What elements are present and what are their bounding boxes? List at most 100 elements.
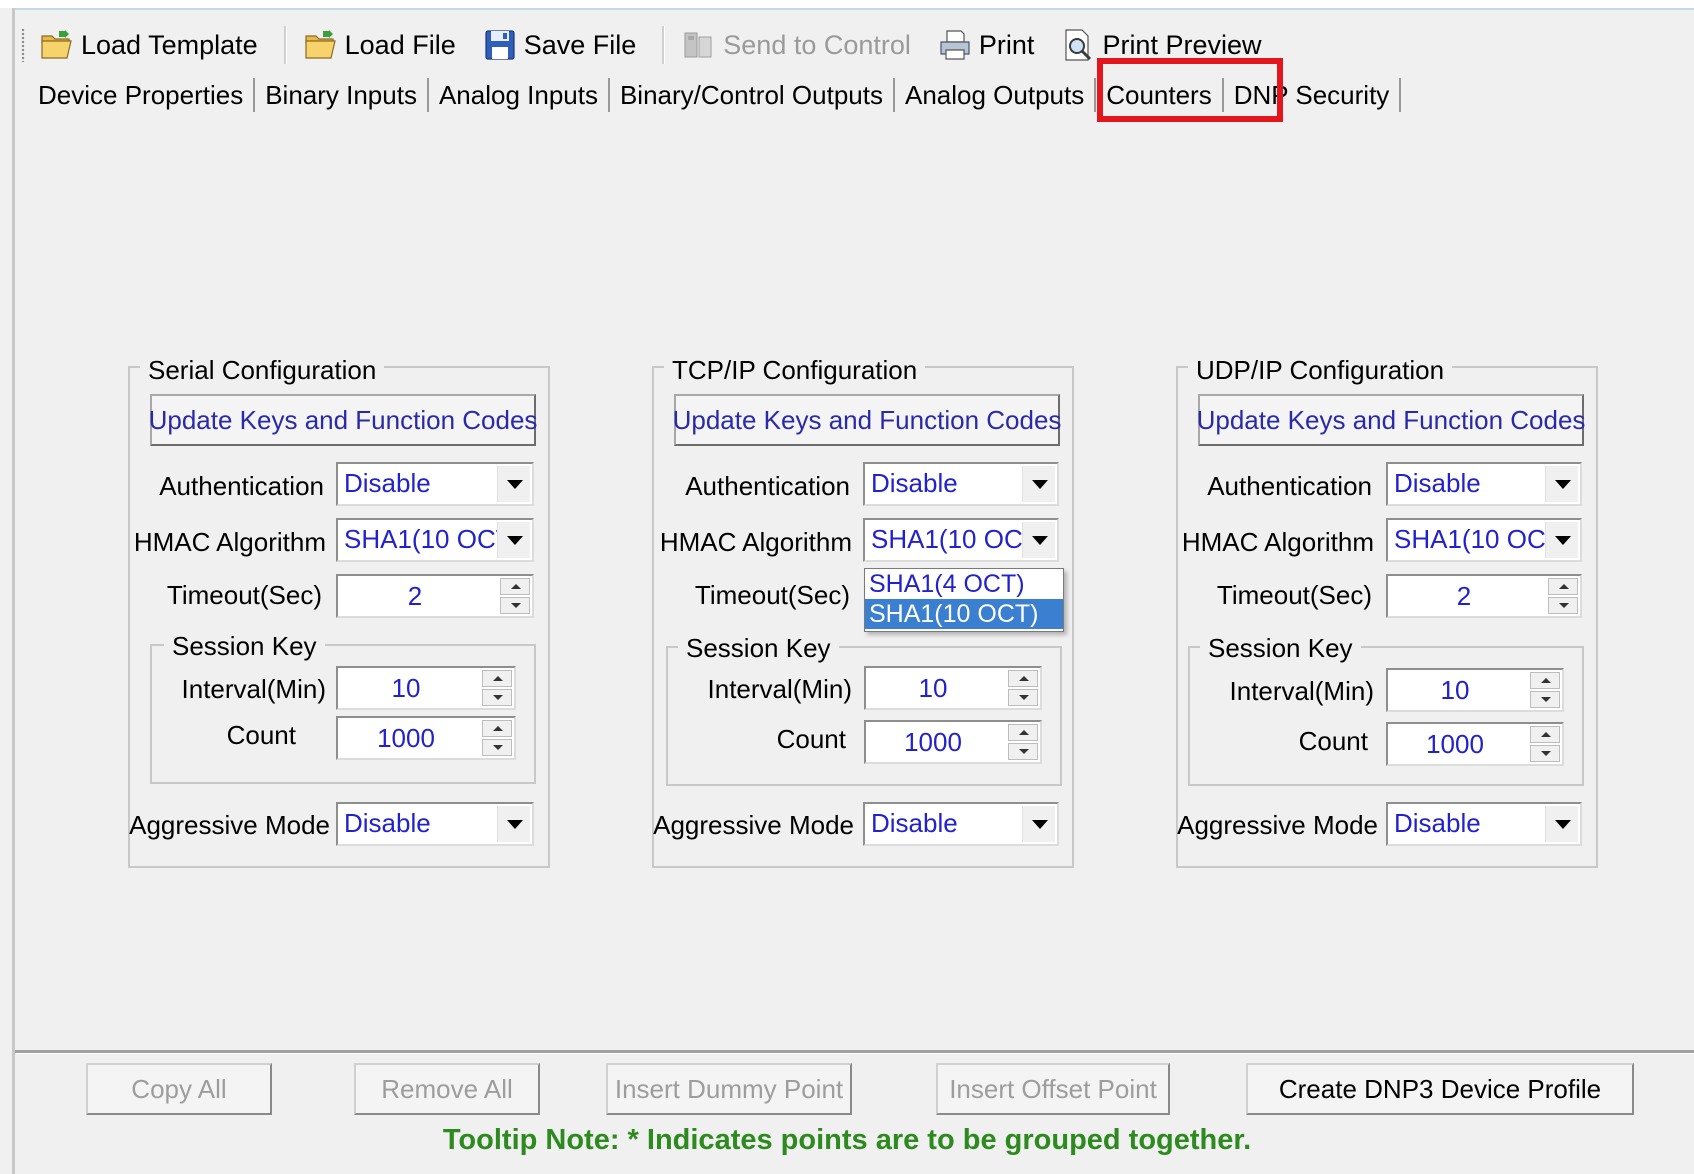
- send-device-icon: [684, 32, 712, 58]
- spin-down-icon[interactable]: [500, 597, 530, 614]
- serial-update-keys-button[interactable]: Update Keys and Function Codes: [149, 394, 537, 446]
- spin-down-icon[interactable]: [1530, 691, 1560, 708]
- print-label: Print: [978, 29, 1035, 60]
- serial-hmac-select[interactable]: SHA1(10 OCT): [336, 518, 534, 562]
- tab-binary-control-outputs[interactable]: Binary/Control Outputs: [610, 78, 895, 112]
- serial-count-stepper[interactable]: 1000: [336, 716, 516, 760]
- udpip-hmac-select[interactable]: SHA1(10 OCT): [1386, 518, 1582, 562]
- serial-configuration-title: Serial Configuration: [140, 355, 385, 386]
- serial-timeout-stepper[interactable]: 2: [336, 574, 534, 618]
- spin-up-icon[interactable]: [1548, 578, 1578, 595]
- spin-up-icon[interactable]: [1530, 672, 1560, 689]
- save-file-label: Save File: [523, 29, 637, 60]
- tcpip-hmac-dropdown-list[interactable]: SHA1(4 OCT) SHA1(10 OCT): [864, 568, 1064, 632]
- toolbar-grip[interactable]: [21, 28, 25, 62]
- tab-analog-inputs[interactable]: Analog Inputs: [429, 78, 610, 112]
- tcpip-authentication-value: Disable: [871, 468, 958, 498]
- insert-offset-point-button[interactable]: Insert Offset Point: [936, 1063, 1170, 1115]
- chevron-down-icon[interactable]: [1022, 806, 1055, 842]
- tcpip-count-value: 1000: [904, 727, 962, 757]
- remove-all-button[interactable]: Remove All: [354, 1063, 540, 1115]
- serial-aggressive-mode-value: Disable: [344, 808, 431, 838]
- tcpip-interval-label: Interval(Min): [707, 674, 852, 704]
- udpip-count-value: 1000: [1426, 729, 1484, 759]
- insert-dummy-point-button[interactable]: Insert Dummy Point: [606, 1063, 852, 1115]
- hmac-option-sha1-4-oct[interactable]: SHA1(4 OCT): [865, 569, 1063, 599]
- active-tab-highlight-box: [1097, 58, 1283, 122]
- serial-interval-label: Interval(Min): [181, 674, 326, 704]
- tcpip-hmac-label: HMAC Algorithm: [659, 527, 852, 557]
- udpip-authentication-value: Disable: [1394, 468, 1481, 498]
- serial-authentication-value: Disable: [344, 468, 431, 498]
- serial-authentication-select[interactable]: Disable: [336, 462, 534, 506]
- spin-down-icon[interactable]: [1548, 597, 1578, 614]
- printer-icon: [940, 30, 970, 60]
- serial-interval-value: 10: [391, 673, 421, 703]
- tcpip-interval-stepper[interactable]: 10: [864, 666, 1042, 710]
- tcpip-hmac-select[interactable]: SHA1(10 OCT): [863, 518, 1059, 562]
- send-to-control-label: Send to Control: [723, 29, 911, 60]
- tooltip-note: Tooltip Note: * Indicates points are to …: [442, 1124, 1252, 1156]
- load-template-button[interactable]: Load Template: [39, 27, 258, 63]
- serial-interval-stepper[interactable]: 10: [336, 666, 516, 710]
- send-to-control-button[interactable]: Send to Control: [681, 27, 911, 63]
- spin-down-icon[interactable]: [1008, 689, 1038, 706]
- udpip-aggressive-mode-select[interactable]: Disable: [1386, 802, 1582, 846]
- chevron-down-icon[interactable]: [1022, 522, 1055, 558]
- tcpip-count-label: Count: [776, 724, 846, 754]
- hmac-option-sha1-10-oct[interactable]: SHA1(10 OCT): [865, 599, 1063, 629]
- serial-timeout-label: Timeout(Sec): [166, 580, 322, 610]
- spin-up-icon[interactable]: [1530, 726, 1560, 743]
- spin-up-icon[interactable]: [1008, 670, 1038, 687]
- window-top-edge: [0, 0, 1694, 8]
- load-file-button[interactable]: Load File: [303, 27, 456, 63]
- serial-hmac-value: SHA1(10 OCT): [344, 524, 521, 554]
- create-dnp3-device-profile-button[interactable]: Create DNP3 Device Profile: [1246, 1063, 1634, 1115]
- spin-down-icon[interactable]: [482, 739, 512, 756]
- toolbar-separator: [283, 26, 287, 64]
- udpip-aggressive-mode-label: Aggressive Mode: [1177, 810, 1378, 840]
- print-button[interactable]: Print: [937, 27, 1035, 63]
- serial-aggressive-mode-select[interactable]: Disable: [336, 802, 534, 846]
- serial-timeout-value: 2: [407, 581, 423, 611]
- chevron-down-icon[interactable]: [1545, 466, 1578, 502]
- chevron-down-icon[interactable]: [497, 522, 530, 558]
- chevron-down-icon[interactable]: [1545, 806, 1578, 842]
- spin-down-icon[interactable]: [1008, 743, 1038, 760]
- spin-up-icon[interactable]: [1008, 724, 1038, 741]
- spin-down-icon[interactable]: [1530, 745, 1560, 762]
- tcpip-timeout-label: Timeout(Sec): [694, 580, 850, 610]
- tcpip-aggressive-mode-value: Disable: [871, 808, 958, 838]
- spin-up-icon[interactable]: [482, 670, 512, 687]
- tab-device-properties[interactable]: Device Properties: [28, 78, 256, 112]
- spin-down-icon[interactable]: [482, 689, 512, 706]
- udpip-count-label: Count: [1298, 726, 1368, 756]
- print-preview-label: Print Preview: [1102, 29, 1262, 60]
- udpip-session-key-title: Session Key: [1200, 633, 1361, 664]
- tcpip-update-keys-button[interactable]: Update Keys and Function Codes: [673, 394, 1061, 446]
- tab-binary-inputs[interactable]: Binary Inputs: [255, 78, 429, 112]
- save-file-button[interactable]: Save File: [482, 27, 637, 63]
- serial-count-label: Count: [226, 720, 296, 750]
- spin-up-icon[interactable]: [500, 578, 530, 595]
- load-template-label: Load Template: [81, 29, 258, 60]
- tcpip-count-stepper[interactable]: 1000: [864, 720, 1042, 764]
- chevron-down-icon[interactable]: [1022, 466, 1055, 502]
- udpip-interval-value: 10: [1440, 675, 1470, 705]
- chevron-down-icon[interactable]: [497, 806, 530, 842]
- window-top-border: [15, 8, 1694, 10]
- chevron-down-icon[interactable]: [497, 466, 530, 502]
- spin-up-icon[interactable]: [482, 720, 512, 737]
- udpip-update-keys-button[interactable]: Update Keys and Function Codes: [1197, 394, 1585, 446]
- copy-all-button[interactable]: Copy All: [86, 1063, 272, 1115]
- tcpip-authentication-select[interactable]: Disable: [863, 462, 1059, 506]
- udpip-authentication-select[interactable]: Disable: [1386, 462, 1582, 506]
- tcpip-aggressive-mode-label: Aggressive Mode: [653, 810, 854, 840]
- udpip-timeout-label: Timeout(Sec): [1216, 580, 1372, 610]
- tab-analog-outputs[interactable]: Analog Outputs: [895, 78, 1097, 112]
- udpip-interval-stepper[interactable]: 10: [1386, 668, 1564, 712]
- udpip-timeout-stepper[interactable]: 2: [1386, 574, 1582, 618]
- udpip-count-stepper[interactable]: 1000: [1386, 722, 1564, 766]
- chevron-down-icon[interactable]: [1545, 522, 1578, 558]
- tcpip-aggressive-mode-select[interactable]: Disable: [863, 802, 1059, 846]
